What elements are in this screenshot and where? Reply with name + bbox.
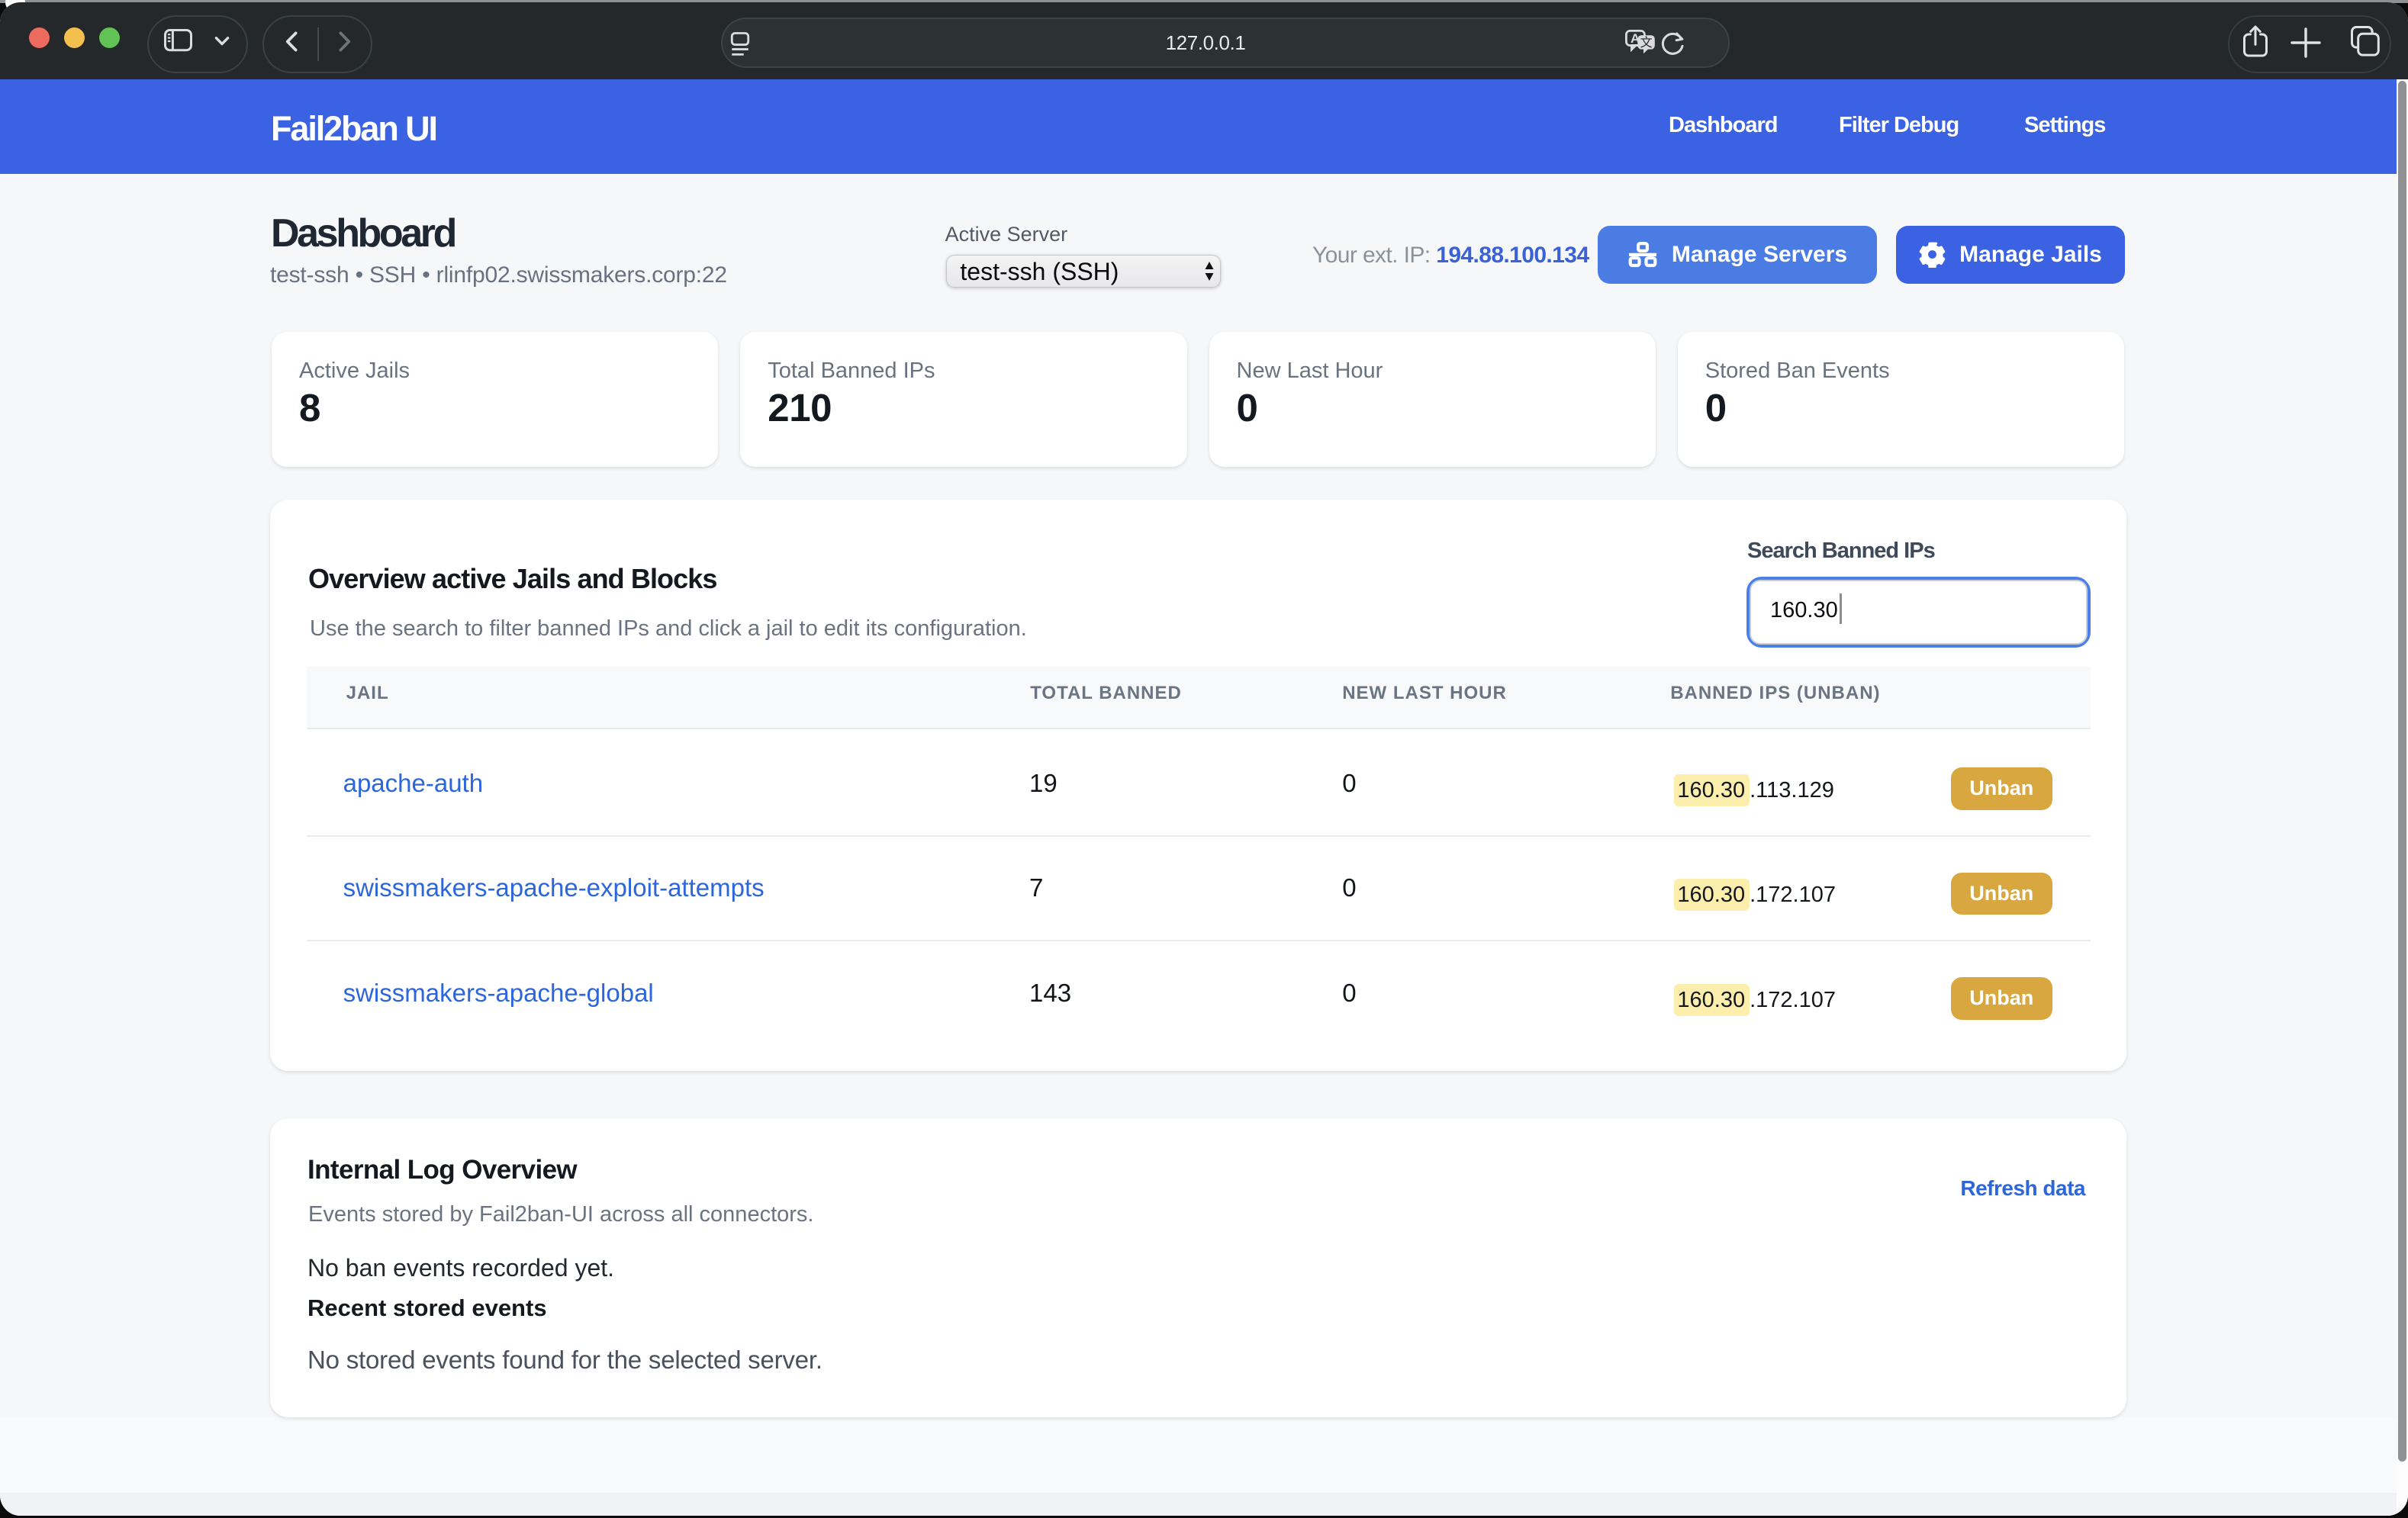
svg-text:文: 文: [1640, 36, 1653, 50]
